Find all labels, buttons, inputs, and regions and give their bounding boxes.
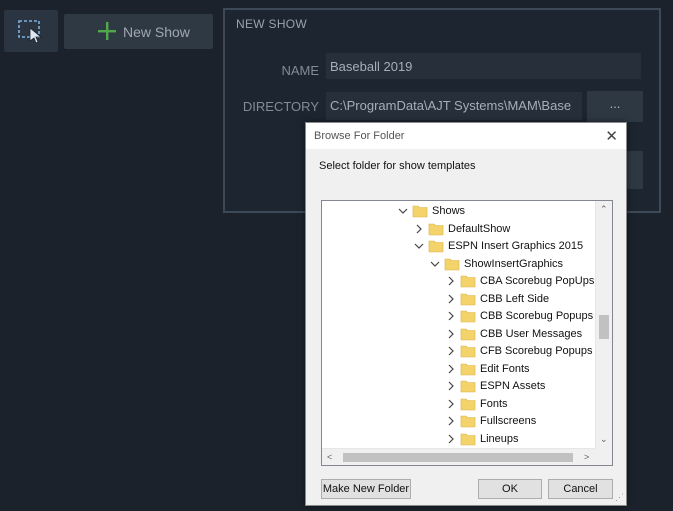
folder-icon	[428, 223, 444, 235]
scroll-right-icon[interactable]: >	[584, 452, 589, 462]
tree-item-label: Fonts	[480, 397, 508, 410]
folder-icon	[460, 380, 476, 393]
tree-item-label: CBB Scorebug Popups	[480, 310, 594, 322]
tree-item-label: Fullscreens	[480, 415, 537, 427]
folder-icon	[460, 345, 476, 358]
tree-item-label: DefaultShow	[448, 222, 511, 235]
folder-icon	[412, 205, 428, 218]
folder-icon	[460, 310, 476, 323]
name-field[interactable]: Baseball 2019	[326, 53, 641, 79]
folder-icon	[444, 258, 460, 270]
folder-icon	[460, 363, 476, 375]
chevron-right-icon[interactable]	[446, 346, 456, 356]
tree-item-label: Lineups	[480, 432, 519, 445]
chevron-right-icon[interactable]	[446, 399, 456, 409]
chevron-right-icon[interactable]	[446, 434, 456, 444]
scroll-up-icon[interactable]: ⌃	[600, 204, 608, 215]
horizontal-scroll-thumb[interactable]	[343, 453, 573, 462]
chevron-right-icon[interactable]	[446, 294, 456, 304]
dialog-title: Browse For Folder	[314, 130, 405, 142]
new-show-button[interactable]: New Show	[64, 14, 213, 49]
chevron-down-icon[interactable]	[398, 206, 408, 216]
chevron-right-icon[interactable]	[446, 276, 456, 286]
browse-folder-dialog: Browse For Folder ✕ Select folder for sh…	[305, 122, 627, 506]
tree-item-label: CBB User Messages	[480, 327, 583, 340]
chevron-right-icon[interactable]	[446, 381, 456, 391]
folder-tree[interactable]: Shows DefaultShow ESPN Insert Graphics 201…	[321, 200, 613, 466]
horizontal-scrollbar[interactable]: < >	[322, 448, 595, 465]
vertical-scrollbar[interactable]: ⌃ ⌄	[595, 201, 612, 465]
new-show-label: New Show	[123, 24, 190, 40]
tree-item-label: Shows	[432, 205, 466, 217]
vertical-scroll-thumb[interactable]	[599, 315, 609, 339]
ok-button[interactable]: OK	[478, 479, 542, 499]
chevron-right-icon[interactable]	[414, 224, 424, 234]
scroll-down-icon[interactable]: ⌄	[600, 434, 608, 445]
scroll-left-icon[interactable]: <	[327, 452, 332, 462]
close-icon[interactable]: ✕	[605, 127, 618, 145]
folder-icon	[460, 433, 476, 445]
cancel-button[interactable]: Cancel	[548, 479, 613, 499]
folder-icon	[460, 398, 476, 410]
chevron-right-icon[interactable]	[446, 416, 456, 426]
folder-icon	[460, 328, 476, 340]
folder-icon	[428, 240, 444, 253]
tree-item-label: ShowInsertGraphics	[464, 257, 564, 270]
name-label: NAME	[281, 63, 319, 78]
folder-icon	[460, 415, 476, 428]
make-new-folder-button[interactable]: Make New Folder	[321, 479, 411, 499]
dialog-description: Select folder for show templates	[319, 160, 476, 172]
chevron-down-icon[interactable]	[414, 241, 424, 251]
tree-item-label: CBB Left Side	[480, 292, 550, 305]
tree-item-label: CFB Scorebug Popups	[480, 345, 593, 357]
panel-title: NEW SHOW	[236, 17, 308, 31]
resize-grip-icon[interactable]: ⋰	[615, 492, 624, 503]
chevron-right-icon[interactable]	[446, 311, 456, 321]
tree-item-label: CBA Scorebug PopUps	[480, 275, 595, 287]
chevron-right-icon[interactable]	[446, 329, 456, 339]
directory-field[interactable]: C:\ProgramData\AJT Systems\MAM\Base	[326, 92, 582, 120]
folder-icon	[460, 275, 476, 288]
chevron-right-icon[interactable]	[446, 364, 456, 374]
browse-button[interactable]: ...	[587, 91, 643, 122]
tree-item-label: ESPN Assets	[480, 380, 546, 392]
directory-label: DIRECTORY	[242, 99, 319, 114]
chevron-down-icon[interactable]	[430, 259, 440, 269]
plus-icon	[98, 22, 116, 40]
tree-item-label: Edit Fonts	[480, 362, 530, 375]
selection-cursor-icon	[18, 20, 43, 43]
folder-icon	[460, 293, 476, 305]
dialog-titlebar: Browse For Folder ✕	[306, 123, 626, 149]
selection-tool-button[interactable]	[4, 10, 58, 52]
tree-item-label: ESPN Insert Graphics 2015	[448, 240, 584, 252]
scrollbar-corner	[595, 448, 612, 465]
